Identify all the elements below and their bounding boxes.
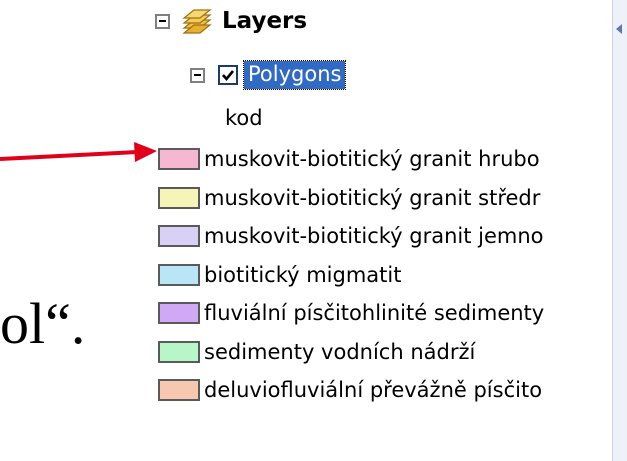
legend-swatch[interactable] bbox=[158, 302, 200, 324]
legend-item[interactable]: deluviofluviální převážně písčito bbox=[158, 378, 542, 402]
legend-item[interactable]: fluviální písčitohlinité sedimenty bbox=[158, 301, 544, 325]
legend-item[interactable]: muskovit-biotitický granit hrubo bbox=[158, 147, 540, 171]
collapse-icon[interactable] bbox=[190, 67, 205, 83]
legend-item[interactable]: muskovit-biotitický granit středr bbox=[158, 186, 540, 210]
toc-layer-row[interactable]: Polygons bbox=[190, 60, 347, 90]
legend-swatch[interactable] bbox=[158, 379, 200, 401]
legend-label: biotitický migmatit bbox=[204, 262, 402, 287]
layers-icon bbox=[182, 9, 212, 34]
legend-swatch[interactable] bbox=[158, 340, 200, 363]
collapse-icon[interactable] bbox=[155, 13, 170, 29]
toc-root-row[interactable]: Layers bbox=[155, 6, 307, 36]
legend-item[interactable]: sedimenty vodních nádrží bbox=[158, 340, 475, 364]
legend-label: muskovit-biotitický granit jemno bbox=[204, 224, 544, 248]
legend-label: fluviální písčitohlinité sedimenty bbox=[204, 301, 545, 325]
legend-field-heading: kod bbox=[225, 106, 263, 130]
toc-root-label: Layers bbox=[222, 8, 308, 34]
legend-item[interactable]: biotitický migmatit bbox=[158, 263, 401, 287]
legend-label: muskovit-biotitický granit hrubo bbox=[204, 147, 540, 171]
layer-name[interactable]: Polygons bbox=[242, 60, 347, 90]
vertical-scrollbar[interactable] bbox=[612, 0, 627, 461]
arrow-shaft bbox=[0, 150, 139, 161]
legend-swatch[interactable] bbox=[158, 186, 200, 209]
legend-swatch[interactable] bbox=[158, 263, 200, 286]
legend-label: muskovit-biotitický granit středr bbox=[204, 185, 541, 210]
legend-field-heading-row: kod bbox=[225, 106, 263, 130]
legend-item[interactable]: muskovit-biotitický granit jemno bbox=[158, 224, 544, 248]
checkmark-icon bbox=[222, 70, 235, 82]
slide-text-fragment: ol“. bbox=[0, 291, 86, 356]
legend-label: sedimenty vodních nádrží bbox=[204, 339, 476, 364]
layer-visibility-checkbox[interactable] bbox=[218, 65, 238, 85]
legend-label: deluviofluviální převážně písčito bbox=[204, 378, 543, 402]
table-of-contents: Layers Polygons kod muskovit-biotitický … bbox=[140, 0, 610, 461]
legend-swatch[interactable] bbox=[158, 225, 200, 247]
legend-swatch[interactable] bbox=[158, 148, 200, 170]
scroll-left-icon[interactable] bbox=[616, 24, 622, 34]
